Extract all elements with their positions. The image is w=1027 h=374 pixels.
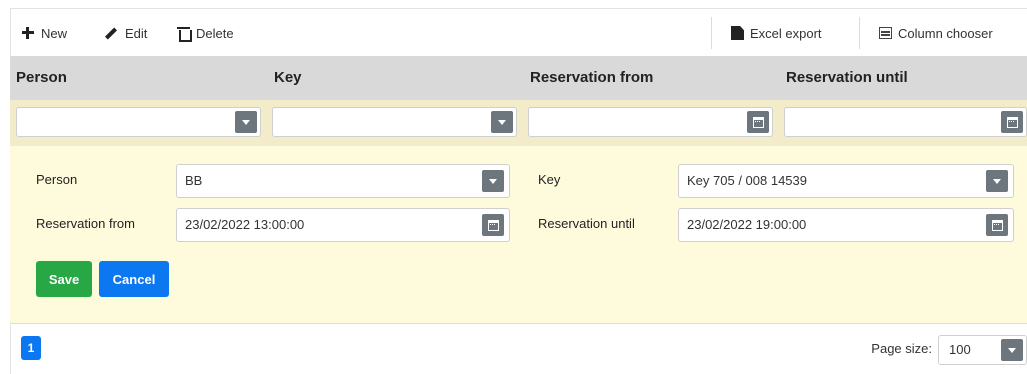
calendar-button[interactable] — [986, 214, 1008, 236]
chevron-down-icon — [993, 178, 1001, 184]
delete-button[interactable]: Delete — [177, 23, 234, 43]
key-filter-select[interactable] — [272, 107, 517, 137]
calendar-button[interactable] — [482, 214, 504, 236]
toolbar-divider — [711, 17, 712, 49]
reservation-from-label: Reservation from — [36, 216, 135, 231]
reservation-until-filter[interactable] — [784, 107, 1027, 137]
person-label: Person — [36, 172, 78, 187]
grid-header: Person Key Reservation from Reservation … — [10, 56, 1027, 100]
reservation-from-value: 23/02/2022 13:00:00 — [185, 217, 305, 232]
column-chooser-button[interactable]: Column chooser — [879, 23, 993, 43]
new-button-label: New — [41, 25, 68, 41]
calendar-icon — [752, 116, 764, 128]
reservation-from-filter[interactable] — [528, 107, 773, 137]
calendar-button[interactable] — [747, 111, 769, 133]
pager: 1 Page size: 100 — [10, 325, 1027, 374]
reservation-until-label: Reservation until — [538, 216, 635, 231]
dropdown-button[interactable] — [986, 170, 1008, 192]
column-header-reservation-until[interactable]: Reservation until — [780, 56, 908, 100]
column-header-person[interactable]: Person — [10, 56, 67, 100]
calendar-icon — [487, 219, 499, 231]
edit-form: Person BB Key Key 705 / 008 14539 Reserv… — [10, 146, 1027, 324]
trash-icon — [177, 26, 192, 42]
chevron-down-icon — [242, 119, 250, 125]
dropdown-button[interactable] — [491, 111, 513, 133]
column-header-key[interactable]: Key — [268, 56, 302, 100]
person-select[interactable]: BB — [176, 164, 510, 198]
reservation-from-field[interactable]: 23/02/2022 13:00:00 — [176, 208, 510, 242]
chevron-down-icon — [498, 119, 506, 125]
column-header-reservation-from[interactable]: Reservation from — [524, 56, 653, 100]
page-size-value: 100 — [949, 342, 971, 357]
plus-icon — [21, 26, 35, 40]
chevron-down-icon — [1008, 347, 1016, 353]
page-size-select[interactable]: 100 — [938, 335, 1027, 365]
pencil-icon — [105, 26, 119, 40]
filter-row — [10, 100, 1027, 146]
excel-export-button[interactable]: Excel export — [731, 23, 822, 43]
dropdown-button[interactable] — [482, 170, 504, 192]
page-button-current[interactable]: 1 — [21, 336, 41, 360]
chevron-down-icon — [489, 178, 497, 184]
save-button[interactable]: Save — [36, 261, 92, 297]
dropdown-button[interactable] — [1001, 339, 1023, 361]
calendar-button[interactable] — [1001, 111, 1023, 133]
toolbar-divider — [859, 17, 860, 49]
excel-export-label: Excel export — [750, 25, 822, 41]
calendar-icon — [991, 219, 1003, 231]
person-value: BB — [185, 173, 203, 188]
cancel-button[interactable]: Cancel — [99, 261, 169, 297]
key-select[interactable]: Key 705 / 008 14539 — [678, 164, 1014, 198]
delete-button-label: Delete — [196, 25, 234, 41]
calendar-icon — [1006, 116, 1018, 128]
new-button[interactable]: New — [21, 23, 67, 43]
reservation-until-value: 23/02/2022 19:00:00 — [687, 217, 807, 232]
key-label: Key — [538, 172, 561, 187]
grid-toolbar: New Edit Delete Excel export Column choo… — [10, 8, 1027, 56]
dropdown-button[interactable] — [235, 111, 257, 133]
edit-button-label: Edit — [125, 25, 148, 41]
excel-icon — [731, 26, 744, 40]
key-value: Key 705 / 008 14539 — [687, 173, 807, 188]
column-chooser-icon — [879, 27, 892, 39]
reservation-until-field[interactable]: 23/02/2022 19:00:00 — [678, 208, 1014, 242]
edit-button[interactable]: Edit — [105, 23, 147, 43]
column-chooser-label: Column chooser — [898, 25, 993, 41]
person-filter-select[interactable] — [16, 107, 261, 137]
page-size-label: Page size: — [871, 341, 932, 356]
